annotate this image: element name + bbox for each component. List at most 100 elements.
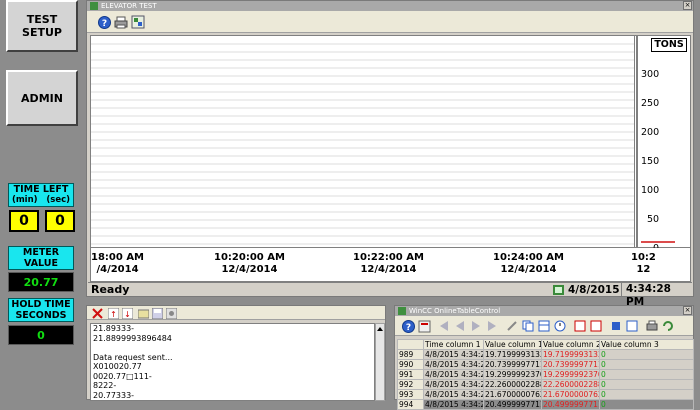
table-row[interactable]: 9924/8/2015 4:34:2422.260000228881822.26… bbox=[397, 379, 694, 390]
refresh-icon[interactable] bbox=[661, 319, 675, 333]
table-config-icon[interactable] bbox=[417, 319, 431, 333]
table-close-button[interactable]: × bbox=[683, 306, 692, 315]
x-tick-label: 10:2 12 bbox=[631, 252, 656, 276]
table-cell: 20.7399997711182 bbox=[541, 359, 600, 370]
seconds-display: 0 bbox=[45, 210, 75, 232]
trend-window: ELEVATOR TEST × ? TONS 300 250 200 150 100 50… bbox=[86, 0, 694, 308]
clear-icon[interactable] bbox=[91, 307, 103, 319]
table-column-header[interactable]: Value column 2 bbox=[541, 339, 600, 350]
table-cell: 0 bbox=[599, 349, 694, 360]
last-record-icon[interactable] bbox=[485, 319, 499, 333]
x-tick-label: 10:24:00 AM 12/4/2014 bbox=[493, 252, 564, 276]
trend-grid bbox=[91, 43, 634, 245]
online-table-window: WinCC OnlineTableControl × ? Time column… bbox=[394, 305, 694, 410]
x-tick-date: 12/4/2014 bbox=[360, 264, 417, 275]
next-column-icon[interactable] bbox=[589, 319, 603, 333]
x-tick-date: 12/4/2014 bbox=[221, 264, 278, 275]
table-print-icon[interactable] bbox=[645, 319, 659, 333]
minutes-display: 0 bbox=[9, 210, 39, 232]
table-cell: 21.6700000762939 bbox=[541, 389, 600, 400]
admin-button[interactable]: ADMIN bbox=[6, 70, 78, 126]
log-text-area[interactable]: 21.89333- 21.8899993896484 Data request s… bbox=[90, 323, 375, 401]
y-axis: TONS 300250200150100500 bbox=[635, 35, 691, 254]
trend-close-button[interactable]: × bbox=[683, 1, 692, 10]
y-axis-line-container bbox=[636, 36, 675, 247]
table-cell: 4/8/2015 4:34:23 bbox=[423, 359, 484, 370]
table-window-title: WinCC OnlineTableControl bbox=[409, 307, 501, 315]
time-left-label: TIME LEFT (min) (sec) bbox=[8, 183, 74, 207]
table-cell: 4/8/2015 4:34:24 bbox=[423, 369, 484, 380]
table-column-header[interactable]: Value column 1 bbox=[483, 339, 542, 350]
meter-value-display: 20.77 bbox=[8, 272, 74, 292]
table-cell: 20.4999997711182 bbox=[483, 399, 542, 410]
trend-title-bar: ELEVATOR TEST × bbox=[87, 1, 693, 11]
prev-column-icon[interactable] bbox=[573, 319, 587, 333]
trend-status-bar: Ready 4/8/2015 4:34:28 PM bbox=[88, 282, 692, 308]
first-record-icon[interactable] bbox=[437, 319, 451, 333]
copy-icon[interactable] bbox=[521, 319, 535, 333]
save-icon[interactable] bbox=[151, 307, 163, 319]
table-column-header[interactable] bbox=[397, 339, 424, 350]
table-cell: 4/8/2015 4:34:25 bbox=[423, 389, 484, 400]
help-icon[interactable]: ? bbox=[97, 15, 111, 29]
table-cell: 991 bbox=[397, 369, 424, 380]
log-scrollbar[interactable] bbox=[375, 323, 385, 401]
log-window: ↑ ↓ 21.89333- 21.8899993896484 Data reque… bbox=[86, 305, 386, 401]
x-tick-label: 18:00 AM/4/2014 bbox=[91, 252, 144, 276]
x-tick-label: 10:22:00 AM 12/4/2014 bbox=[353, 252, 424, 276]
hold-time-label: HOLD TIME SECONDS bbox=[8, 298, 74, 322]
x-axis: 18:00 AM/4/2014 10:20:00 AM 12/4/2014 10:22… bbox=[90, 248, 691, 282]
status-date: 4/8/2015 bbox=[568, 284, 620, 296]
time-left-title: TIME LEFT bbox=[13, 184, 69, 195]
table-help-icon[interactable]: ? bbox=[401, 319, 415, 333]
table-cell: 0 bbox=[599, 359, 694, 370]
log-line: 20.77333- bbox=[93, 390, 135, 400]
table-body: 9894/8/2015 4:34:2319.719999313354419.71… bbox=[397, 349, 694, 410]
table-cell: 19.7199993133544 bbox=[541, 349, 600, 360]
export-data-icon[interactable] bbox=[625, 319, 639, 333]
trend-plot-area bbox=[90, 35, 635, 248]
table-toolbar: ? bbox=[395, 316, 693, 336]
x-tick-date: /4/2014 bbox=[96, 264, 139, 275]
select-column-icon[interactable] bbox=[537, 319, 551, 333]
export-icon[interactable] bbox=[131, 15, 145, 29]
svg-text:?: ? bbox=[101, 19, 106, 29]
time-range-icon[interactable] bbox=[553, 319, 567, 333]
table-cell: 992 bbox=[397, 379, 424, 390]
settings-icon[interactable] bbox=[165, 307, 177, 319]
table-row[interactable]: 9914/8/2015 4:34:2419.299999237060519.29… bbox=[397, 369, 694, 380]
table-cell: 989 bbox=[397, 349, 424, 360]
print-icon[interactable] bbox=[114, 15, 128, 29]
open-icon[interactable] bbox=[137, 307, 149, 319]
edit-icon[interactable] bbox=[505, 319, 519, 333]
log-line: Data request sent... bbox=[93, 352, 173, 362]
x-tick-time: 10:24:00 AM bbox=[493, 252, 564, 263]
table-column-header[interactable]: Value column 3 bbox=[599, 339, 694, 350]
stop-icon[interactable] bbox=[609, 319, 623, 333]
svg-text:↓: ↓ bbox=[124, 310, 131, 319]
table-row[interactable]: 9934/8/2015 4:34:2521.670000076293921.67… bbox=[397, 389, 694, 400]
time-left-units: (min) (sec) bbox=[11, 195, 71, 205]
meter-value-label: METER VALUE bbox=[8, 246, 74, 270]
table-row[interactable]: 9894/8/2015 4:34:2319.719999313354419.71… bbox=[397, 349, 694, 360]
prev-record-icon[interactable] bbox=[453, 319, 467, 333]
svg-text:?: ? bbox=[405, 323, 410, 333]
trend-window-title: ELEVATOR TEST bbox=[101, 2, 157, 10]
next-record-icon[interactable] bbox=[469, 319, 483, 333]
log-line: 21.8899993896484 bbox=[93, 333, 172, 343]
table-window-icon bbox=[398, 307, 406, 315]
up-arrow-icon[interactable]: ↑ bbox=[107, 307, 119, 319]
table-cell: 21.6700000762939 bbox=[483, 389, 542, 400]
down-arrow-icon[interactable]: ↓ bbox=[121, 307, 133, 319]
table-cell: 20.7399997711182 bbox=[483, 359, 542, 370]
svg-text:↑: ↑ bbox=[110, 310, 117, 319]
table-row[interactable]: 9944/8/2015 4:34:2520.499999771118220.49… bbox=[397, 399, 694, 410]
x-tick-time: 10:22:00 AM bbox=[353, 252, 424, 263]
table-column-header[interactable]: Time column 1 bbox=[423, 339, 484, 350]
test-setup-button[interactable]: TEST SETUP bbox=[6, 0, 78, 52]
table-cell: 993 bbox=[397, 389, 424, 400]
x-tick-date: 12/4/2014 bbox=[500, 264, 557, 275]
table-cell: 19.2999992370605 bbox=[541, 369, 600, 380]
table-row[interactable]: 9904/8/2015 4:34:2320.739999771118220.73… bbox=[397, 359, 694, 370]
